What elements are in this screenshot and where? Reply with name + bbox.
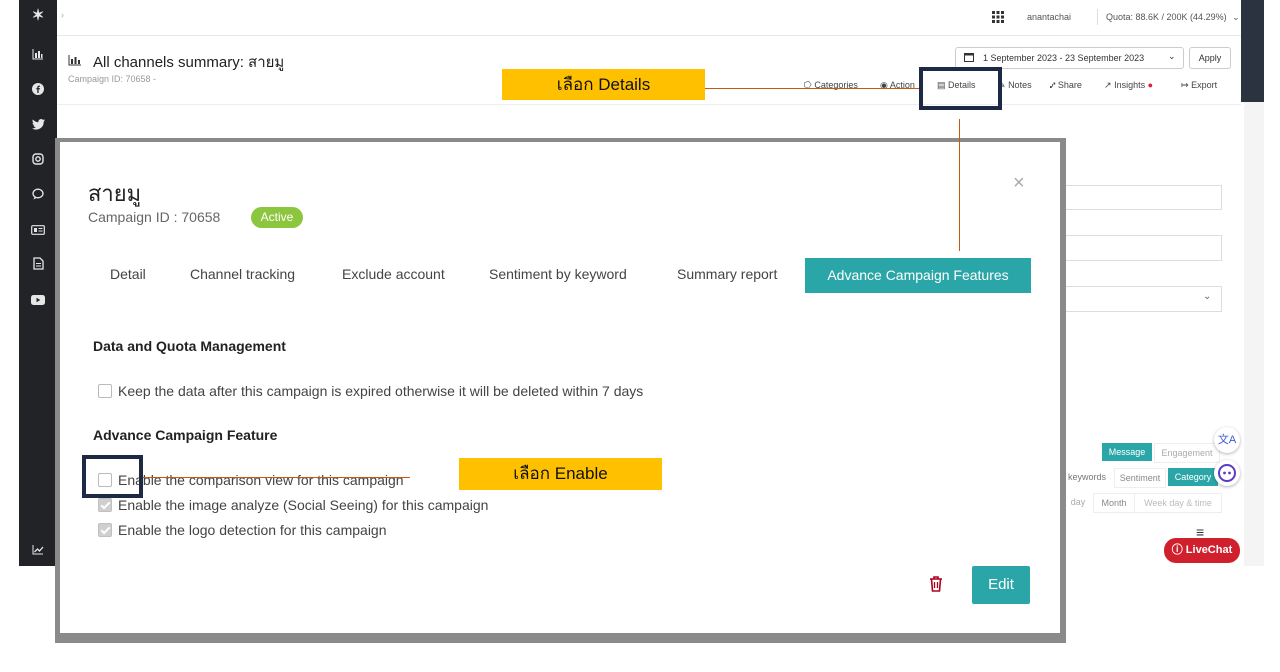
date-range-picker[interactable]: 1 September 2023 - 23 September 2023 ⌄ xyxy=(955,47,1184,69)
close-icon[interactable]: × xyxy=(1013,172,1025,195)
date-range-text: 1 September 2023 - 23 September 2023 xyxy=(983,53,1145,63)
chat-bubble-icon[interactable] xyxy=(19,186,57,206)
logo-detection-checkbox[interactable] xyxy=(98,523,112,537)
message-toggle[interactable]: Message xyxy=(1102,443,1152,461)
keep-data-checkbox[interactable] xyxy=(98,384,112,398)
twitter-icon[interactable] xyxy=(19,116,57,136)
modal-campaign-id: Campaign ID : 70658 xyxy=(88,209,221,225)
logo-icon[interactable]: ✶ xyxy=(19,6,57,26)
background-field xyxy=(1062,185,1222,210)
instagram-icon[interactable] xyxy=(19,151,57,171)
chevron-down-icon: ⌄ xyxy=(1203,291,1212,302)
background-field xyxy=(1062,235,1222,261)
share-icon: ⑇ xyxy=(1050,80,1056,90)
chatbot-icon[interactable] xyxy=(1214,460,1240,486)
image-analyze-option[interactable]: Enable the image analyze (Social Seeing)… xyxy=(98,497,488,513)
tool-label: Share xyxy=(1057,80,1082,90)
notification-dot: ● xyxy=(1147,80,1154,90)
trend-icon[interactable] xyxy=(19,541,57,561)
youtube-icon[interactable] xyxy=(19,291,57,311)
logo-detection-label: Enable the logo detection for this campa… xyxy=(118,522,387,538)
apply-button[interactable]: Apply xyxy=(1189,47,1231,69)
tab-sentiment-by-keyword[interactable]: Sentiment by keyword xyxy=(489,266,627,282)
scrollbar-track[interactable] xyxy=(1241,0,1264,102)
tab-exclude-account[interactable]: Exclude account xyxy=(342,266,445,282)
facebook-icon[interactable] xyxy=(19,81,57,101)
apps-grid-icon[interactable] xyxy=(992,10,1004,28)
background-select: ⌄ xyxy=(1062,286,1222,312)
tool-categories[interactable]: ⭔ Categories xyxy=(804,80,858,91)
tool-label: Notes xyxy=(1008,80,1032,90)
page-title: All channels summary: สายมู xyxy=(93,54,285,71)
tool-insights[interactable]: ↗ Insights ● xyxy=(1104,80,1153,91)
image-analyze-label: Enable the image analyze (Social Seeing)… xyxy=(118,497,489,513)
section-heading-advance-feature: Advance Campaign Feature xyxy=(93,427,278,443)
header-divider xyxy=(57,104,1241,105)
tool-notes[interactable]: ✎ Notes xyxy=(998,80,1032,91)
username[interactable]: anantachai xyxy=(1027,12,1071,22)
calendar-icon xyxy=(964,52,974,64)
callout-connector xyxy=(959,119,960,251)
tab-summary-report[interactable]: Summary report xyxy=(677,266,777,282)
tool-share[interactable]: ⑇ Share xyxy=(1050,80,1082,90)
sidebar: ✶ xyxy=(19,0,57,566)
document-icon[interactable] xyxy=(19,256,57,276)
sentiment-tab[interactable]: Sentiment xyxy=(1114,468,1166,488)
month-tab[interactable]: Month xyxy=(1093,493,1135,513)
callout-connector xyxy=(143,477,410,478)
livechat-button[interactable]: ⓘ LiveChat xyxy=(1164,538,1240,563)
right-edge xyxy=(1244,102,1264,566)
expand-chevron-icon[interactable]: › xyxy=(61,10,64,20)
tool-label: Export xyxy=(1191,80,1218,90)
logo-detection-option[interactable]: Enable the logo detection for this campa… xyxy=(98,522,387,538)
image-analyze-checkbox[interactable] xyxy=(98,498,112,512)
campaign-id-text: Campaign ID: 70658 - xyxy=(68,74,157,84)
weekday-tab[interactable]: Week day & time xyxy=(1134,493,1222,513)
keep-data-label: Keep the data after this campaign is exp… xyxy=(118,383,644,399)
translate-icon[interactable]: 文A xyxy=(1214,427,1240,453)
help-circle-icon: ⓘ xyxy=(1171,544,1183,556)
top-bar: › anantachai Quota: 88.6K / 200K (44.29%… xyxy=(57,0,1241,36)
tab-detail[interactable]: Detail xyxy=(110,266,146,282)
chart-bar-icon xyxy=(68,53,82,71)
chevron-down-icon: ⌄ xyxy=(1168,51,1176,61)
engagement-toggle[interactable]: Engagement xyxy=(1154,443,1220,463)
enable-callout: เลือก Enable xyxy=(459,458,662,490)
comparison-view-label: Enable the comparison view for this camp… xyxy=(118,472,404,488)
quota-text: Quota: 88.6K / 200K (44.29%) xyxy=(1106,12,1227,22)
tool-export[interactable]: ↦ Export xyxy=(1181,80,1217,91)
keywords-tab[interactable]: keywords xyxy=(1062,468,1112,486)
callout-connector xyxy=(705,88,920,89)
quota-dropdown[interactable]: Quota: 88.6K / 200K (44.29%) ⌄ xyxy=(1106,12,1240,23)
edit-button[interactable]: Edit xyxy=(972,566,1030,604)
trash-icon[interactable] xyxy=(928,575,946,593)
news-icon[interactable] xyxy=(19,221,57,241)
keep-data-option[interactable]: Keep the data after this campaign is exp… xyxy=(98,383,643,399)
enable-highlight-box xyxy=(82,455,143,498)
divider xyxy=(1097,9,1098,25)
section-heading-data-quota: Data and Quota Management xyxy=(93,338,286,354)
comparison-view-option[interactable]: Enable the comparison view for this camp… xyxy=(98,472,404,488)
chevron-down-icon: ⌄ xyxy=(1232,12,1240,22)
livechat-label: LiveChat xyxy=(1185,544,1233,556)
tool-action[interactable]: ◉ Action xyxy=(880,80,915,91)
chart-bar-icon[interactable] xyxy=(19,46,57,66)
category-tab[interactable]: Category xyxy=(1168,468,1218,486)
export-icon: ↦ xyxy=(1181,80,1189,90)
day-tab[interactable]: day xyxy=(1064,493,1092,511)
tool-label: Insights xyxy=(1114,80,1146,90)
modal-title: สายมู xyxy=(88,181,142,206)
details-highlight-box xyxy=(919,67,1002,110)
status-badge: Active xyxy=(251,207,303,228)
tab-advance-campaign-features[interactable]: Advance Campaign Features xyxy=(805,258,1031,293)
details-callout: เลือก Details xyxy=(502,69,705,100)
tab-channel-tracking[interactable]: Channel tracking xyxy=(190,266,295,282)
trend-icon: ↗ xyxy=(1104,80,1112,90)
